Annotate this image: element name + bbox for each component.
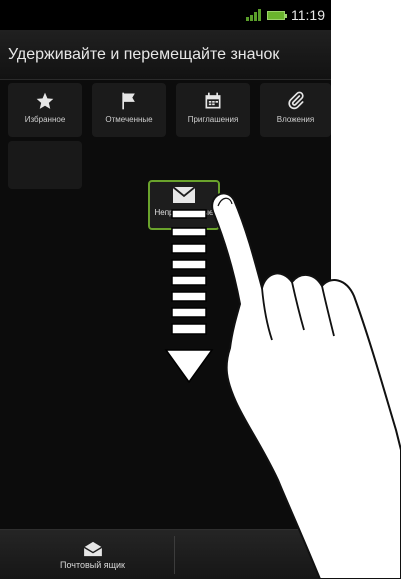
calendar-icon [205, 92, 221, 109]
bottom-label: Почтовый ящик [59, 559, 125, 570]
dragged-tab-unread[interactable]: Непрочитанные [148, 180, 220, 230]
envelope-icon [172, 186, 196, 203]
bottom-bar: Почтовый ящик [0, 529, 331, 579]
tab-favorites[interactable]: Избранное [8, 83, 82, 137]
tab-label: Вложения [276, 115, 315, 124]
tab-label: Отмеченные [105, 115, 153, 124]
tab-label: Избранное [24, 115, 66, 124]
flag-icon [122, 92, 135, 110]
status-bar: 11:19 [0, 0, 331, 30]
tab-label: Непрочитанные [154, 208, 214, 217]
signal-icon [246, 9, 261, 21]
title-bar: Удерживайте и перемещайте значок [0, 30, 331, 80]
tab-attachments[interactable]: Вложения [260, 83, 331, 137]
page-title: Удерживайте и перемещайте значок [8, 45, 280, 63]
tab-flagged[interactable]: Отмеченные [92, 83, 166, 137]
divider [174, 536, 175, 574]
inbox-icon [83, 541, 102, 556]
tab-label: Приглашения [187, 115, 239, 124]
tab-invitations[interactable]: Приглашения [176, 83, 250, 137]
phone-screen: 11:19 Удерживайте и перемещайте значок И… [0, 0, 331, 579]
empty-slot[interactable] [8, 141, 82, 189]
tab-mailbox[interactable]: Почтовый ящик [10, 530, 175, 579]
battery-icon [267, 10, 287, 20]
paperclip-icon [287, 91, 304, 110]
status-time: 11:19 [291, 7, 325, 23]
star-icon [36, 92, 54, 109]
